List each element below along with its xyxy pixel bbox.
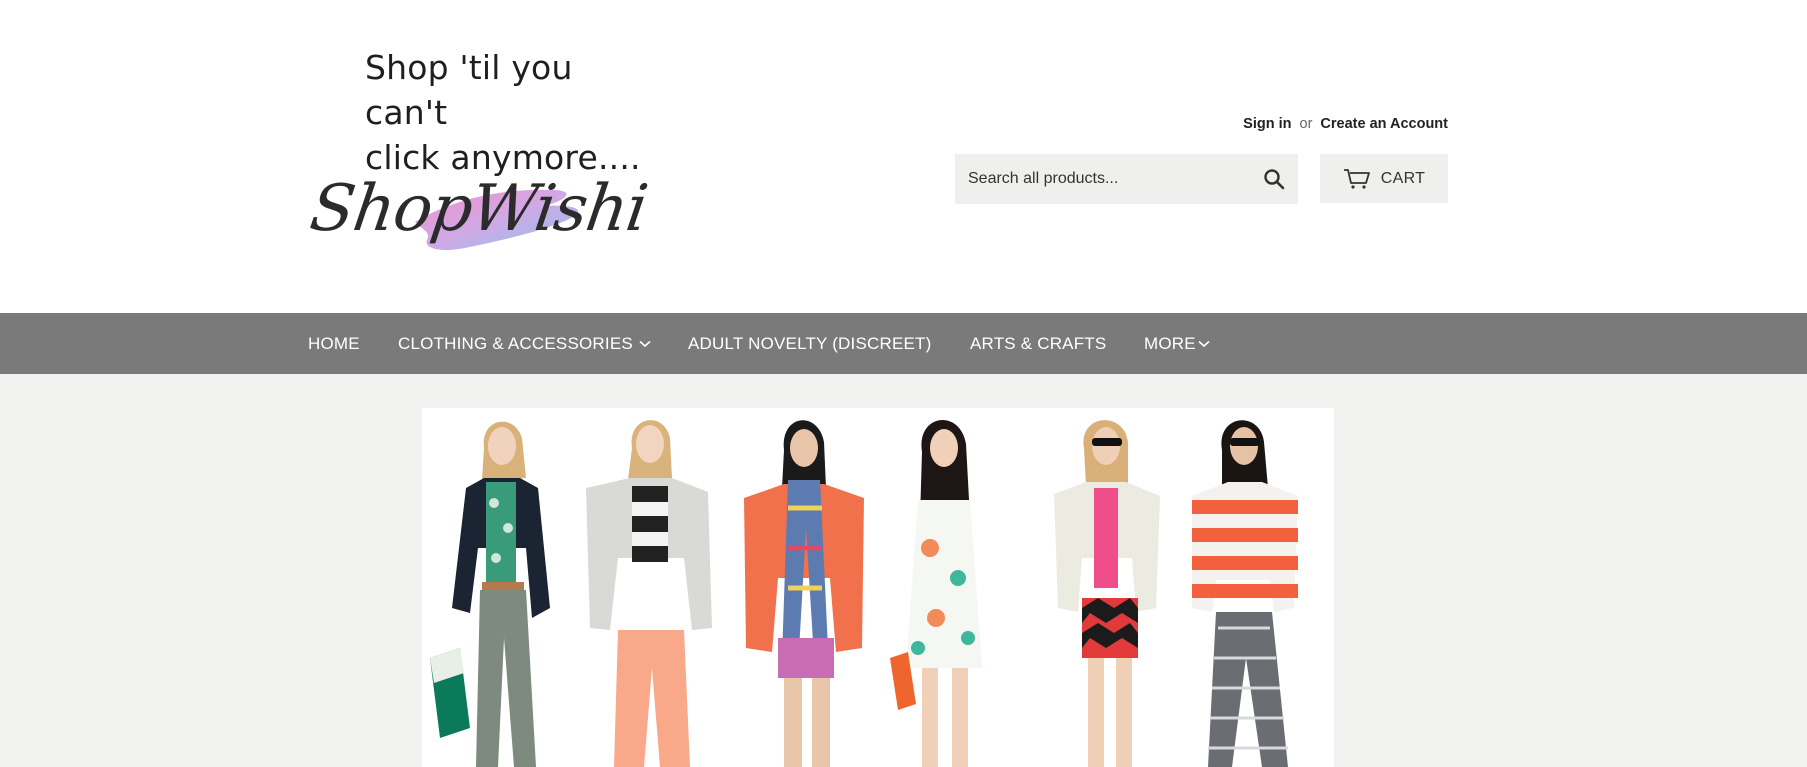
search-form [955,154,1298,204]
logo[interactable]: Shop 'til you can't click anymore.... Sh… [305,40,665,270]
sign-in-link[interactable]: Sign in [1243,116,1291,132]
page-body [0,374,1807,767]
search-button[interactable] [1250,154,1298,204]
nav-item-label: ARTS & CRAFTS [970,333,1107,353]
nav-item-home[interactable]: HOME [308,313,360,374]
hero-banner-image[interactable] [422,408,1334,767]
logo-tagline: Shop 'til you can't click anymore.... [365,48,641,177]
site-header: Shop 'til you can't click anymore.... Sh… [0,0,1807,313]
nav-item-label: CLOTHING & ACCESSORIES [398,333,633,353]
search-icon [1264,169,1285,190]
chevron-down-icon [639,340,651,348]
account-links: Sign in or Create an Account [1243,116,1448,132]
main-nav: HOME CLOTHING & ACCESSORIES ADULT NOVELT… [0,313,1807,374]
cart-label: CART [1380,169,1426,187]
cart-icon [1343,168,1370,189]
nav-item-more[interactable]: MORE [1144,313,1210,374]
search-input[interactable] [955,154,1250,204]
nav-item-label: MORE [1144,333,1196,353]
account-or-text: or [1299,116,1313,132]
hero-fashion-models-illustration [422,408,1334,767]
nav-item-adult-novelty[interactable]: ADULT NOVELTY (DISCREET) [688,313,931,374]
logo-script: ShopWishi [305,172,652,246]
cart-button[interactable]: CART [1320,154,1448,203]
chevron-down-icon [1198,340,1210,348]
create-account-link[interactable]: Create an Account [1320,116,1448,132]
nav-item-label: ADULT NOVELTY (DISCREET) [688,333,932,353]
nav-item-label: HOME [308,333,360,353]
nav-item-arts-crafts[interactable]: ARTS & CRAFTS [970,313,1106,374]
nav-item-clothing-accessories[interactable]: CLOTHING & ACCESSORIES [398,313,651,374]
